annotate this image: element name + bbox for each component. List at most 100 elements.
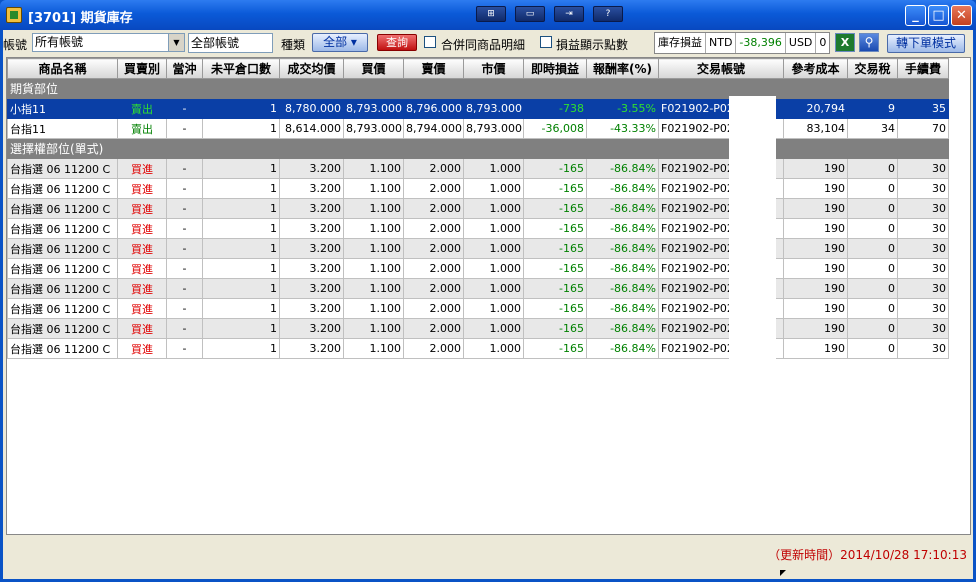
cell-realtime-pl: -165 bbox=[523, 238, 587, 259]
section-label: 選擇權部位(單式) bbox=[7, 138, 949, 159]
table-row[interactable]: 台指選 06 11200 C 買進 -1 3.200 1.100 2.000 1.000 -1… bbox=[7, 218, 949, 239]
col-header[interactable]: 市價 bbox=[463, 58, 524, 79]
cell-tax: 0 bbox=[847, 298, 898, 319]
chevron-down-icon[interactable]: ▼ bbox=[168, 34, 184, 51]
cell-product-name: 台指選 06 11200 C bbox=[7, 238, 118, 259]
cell-open-qty: 1 bbox=[202, 198, 280, 219]
query-button[interactable]: 查詢 bbox=[377, 34, 417, 51]
grid-body: 期貨部位 小指11 賣出 -1 8,780.000 8,793.000 8,796.000… bbox=[7, 78, 949, 359]
cell-ref-cost: 190 bbox=[783, 338, 848, 359]
cell-fee: 30 bbox=[897, 238, 949, 259]
switch-order-mode-button[interactable]: 轉下單模式 bbox=[887, 34, 965, 53]
cell-ask-price: 2.000 bbox=[403, 258, 464, 279]
cell-realtime-pl: -165 bbox=[523, 318, 587, 339]
cell-product-name: 台指選 06 11200 C bbox=[7, 338, 118, 359]
cell-avg-price: 8,614.000 bbox=[279, 118, 344, 139]
cell-daytrade: - bbox=[166, 338, 203, 359]
col-header[interactable]: 參考成本 bbox=[783, 58, 848, 79]
cell-daytrade: - bbox=[166, 238, 203, 259]
cell-avg-price: 3.200 bbox=[279, 318, 344, 339]
col-header[interactable]: 未平倉口數 bbox=[202, 58, 280, 79]
cell-side: 買進 bbox=[117, 158, 167, 179]
cell-market-price: 1.000 bbox=[463, 158, 524, 179]
cell-ref-cost: 190 bbox=[783, 198, 848, 219]
cell-tax: 0 bbox=[847, 158, 898, 179]
update-time: （更新時間）2014/10/28 17:10:13 bbox=[768, 548, 967, 562]
cell-ref-cost: 190 bbox=[783, 298, 848, 319]
cell-side: 買進 bbox=[117, 218, 167, 239]
table-row[interactable]: 台指11 賣出 -1 8,614.000 8,793.000 8,794.000 8,793… bbox=[7, 118, 949, 139]
col-header[interactable]: 交易帳號 bbox=[658, 58, 784, 79]
minimize-button[interactable]: _ bbox=[905, 5, 926, 26]
cell-tax: 34 bbox=[847, 118, 898, 139]
col-header[interactable]: 成交均價 bbox=[279, 58, 344, 79]
cell-side: 買進 bbox=[117, 338, 167, 359]
cell-bid-price: 8,793.000 bbox=[343, 118, 404, 139]
merge-checkbox[interactable] bbox=[424, 36, 436, 48]
cell-market-price: 1.000 bbox=[463, 218, 524, 239]
window-icon[interactable]: ▭ bbox=[515, 6, 545, 22]
link-icon[interactable]: ⇥ bbox=[554, 6, 584, 22]
cell-market-price: 1.000 bbox=[463, 238, 524, 259]
table-row[interactable]: 台指選 06 11200 C 買進 -1 3.200 1.100 2.000 1.000 -1… bbox=[7, 258, 949, 279]
cell-avg-price: 3.200 bbox=[279, 238, 344, 259]
col-header[interactable]: 賣價 bbox=[403, 58, 464, 79]
table-row[interactable]: 小指11 賣出 -1 8,780.000 8,793.000 8,796.000 8,793… bbox=[7, 98, 949, 119]
mouse-cursor bbox=[780, 570, 786, 576]
excel-icon[interactable] bbox=[835, 33, 855, 52]
cell-market-price: 1.000 bbox=[463, 298, 524, 319]
layout-icon[interactable]: ⊞ bbox=[476, 6, 506, 22]
cell-side: 買進 bbox=[117, 258, 167, 279]
cell-return-rate: -86.84% bbox=[586, 238, 659, 259]
cell-return-rate: -86.84% bbox=[586, 158, 659, 179]
col-header[interactable]: 手續費 bbox=[897, 58, 949, 79]
pl-ntd-value: -38,396 bbox=[736, 33, 786, 53]
window-controls: _ □ ✕ bbox=[905, 5, 972, 26]
cell-product-name: 台指選 06 11200 C bbox=[7, 158, 118, 179]
col-header[interactable]: 報酬率(%) bbox=[586, 58, 659, 79]
cell-side: 賣出 bbox=[117, 98, 167, 119]
account-select[interactable]: 所有帳號 ▼ bbox=[32, 33, 185, 52]
cell-market-price: 8,793.000 bbox=[463, 118, 524, 139]
col-header[interactable]: 當沖 bbox=[166, 58, 203, 79]
type-button[interactable]: 全部 ▾ bbox=[312, 33, 368, 52]
col-header[interactable]: 買賣別 bbox=[117, 58, 167, 79]
table-row[interactable]: 台指選 06 11200 C 買進 -1 3.200 1.100 2.000 1.000 -1… bbox=[7, 238, 949, 259]
col-header[interactable]: 買價 bbox=[343, 58, 404, 79]
cell-side: 買進 bbox=[117, 198, 167, 219]
account-text-field[interactable]: 全部帳號 bbox=[188, 33, 273, 53]
pl-summary: 庫存損益 NTD -38,396 USD 0 bbox=[654, 32, 831, 54]
cell-avg-price: 3.200 bbox=[279, 298, 344, 319]
points-label: 損益顯示點數 bbox=[556, 38, 629, 52]
table-row[interactable]: 台指選 06 11200 C 買進 -1 3.200 1.100 2.000 1.000 -1… bbox=[7, 198, 949, 219]
cell-open-qty: 1 bbox=[202, 98, 280, 119]
app-icon bbox=[6, 7, 22, 23]
account-label: 帳號 bbox=[3, 38, 28, 52]
cell-daytrade: - bbox=[166, 298, 203, 319]
col-header[interactable]: 商品名稱 bbox=[7, 58, 118, 79]
maximize-button[interactable]: □ bbox=[928, 5, 949, 26]
help-icon[interactable]: ? bbox=[593, 6, 623, 22]
table-row[interactable]: 台指選 06 11200 C 買進 -1 3.200 1.100 2.000 1.000 -1… bbox=[7, 158, 949, 179]
table-row[interactable]: 台指選 06 11200 C 買進 -1 3.200 1.100 2.000 1.000 -1… bbox=[7, 278, 949, 299]
table-row[interactable]: 台指選 06 11200 C 買進 -1 3.200 1.100 2.000 1.000 -1… bbox=[7, 298, 949, 319]
table-row[interactable]: 台指選 06 11200 C 買進 -1 3.200 1.100 2.000 1.000 -1… bbox=[7, 338, 949, 359]
cell-tax: 9 bbox=[847, 98, 898, 119]
cell-avg-price: 8,780.000 bbox=[279, 98, 344, 119]
cell-daytrade: - bbox=[166, 98, 203, 119]
search-icon[interactable] bbox=[859, 33, 879, 52]
cell-ref-cost: 190 bbox=[783, 318, 848, 339]
table-row[interactable]: 台指選 06 11200 C 買進 -1 3.200 1.100 2.000 1.000 -1… bbox=[7, 318, 949, 339]
points-checkbox[interactable] bbox=[540, 36, 552, 48]
pl-usd-label: USD bbox=[786, 33, 817, 53]
cell-return-rate: -86.84% bbox=[586, 338, 659, 359]
cell-return-rate: -86.84% bbox=[586, 178, 659, 199]
close-button[interactable]: ✕ bbox=[951, 5, 972, 26]
cell-avg-price: 3.200 bbox=[279, 198, 344, 219]
table-row[interactable]: 台指選 06 11200 C 買進 -1 3.200 1.100 2.000 1.000 -1… bbox=[7, 178, 949, 199]
col-header[interactable]: 即時損益 bbox=[523, 58, 587, 79]
cell-ask-price: 2.000 bbox=[403, 158, 464, 179]
cell-market-price: 8,793.000 bbox=[463, 98, 524, 119]
col-header[interactable]: 交易稅 bbox=[847, 58, 898, 79]
cell-tax: 0 bbox=[847, 198, 898, 219]
